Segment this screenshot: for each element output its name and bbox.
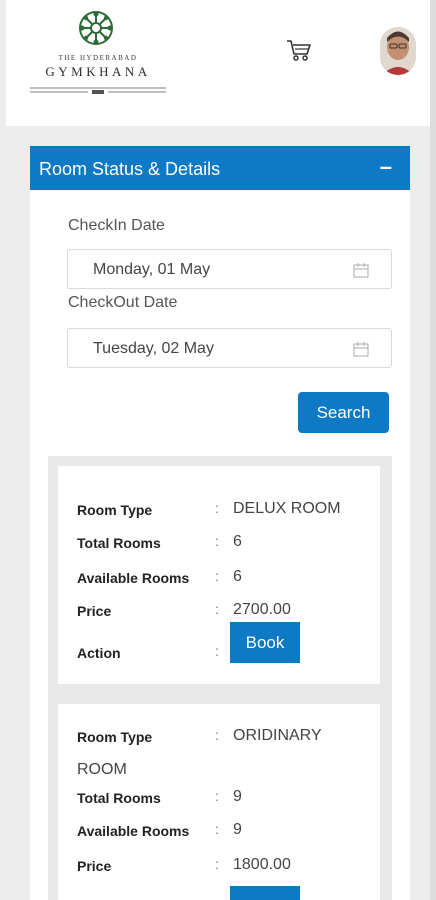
room-type-value-continued: ROOM (77, 761, 127, 778)
separator-colon: : (215, 533, 219, 549)
separator-colon: : (215, 643, 219, 659)
room-card: Room Type : DELUX ROOM Total Rooms : 6 A… (58, 466, 380, 684)
scrollbar-track[interactable] (430, 0, 436, 900)
logo-big-text: GYMKHANA (45, 64, 151, 79)
price-value: 2700.00 (233, 601, 291, 618)
checkout-label: CheckOut Date (68, 294, 178, 311)
price-value: 1800.00 (233, 856, 291, 873)
room-status-panel: Room Status & Details – CheckIn Date Mon… (30, 146, 410, 900)
search-button[interactable]: Search (298, 392, 389, 433)
checkout-date-field[interactable]: Tuesday, 02 May (67, 328, 392, 368)
separator-colon: : (215, 856, 219, 872)
checkin-date-field[interactable]: Monday, 01 May (67, 249, 392, 289)
room-type-label: Room Type (77, 729, 153, 745)
available-rooms-label: Available Rooms (77, 823, 190, 839)
separator-colon: : (215, 821, 219, 837)
available-rooms-label: Available Rooms (77, 570, 190, 586)
room-type-value: DELUX ROOM (233, 500, 341, 517)
checkout-date-value: Tuesday, 02 May (93, 340, 214, 357)
price-label: Price (77, 858, 112, 874)
book-button[interactable]: Book (230, 622, 300, 663)
available-rooms-value: 6 (233, 568, 242, 585)
total-rooms-value: 9 (233, 788, 242, 805)
gymkhana-logo[interactable]: THE HYDERABAD GYMKHANA (30, 10, 166, 94)
panel-header[interactable]: Room Status & Details – (30, 146, 410, 190)
room-list: Room Type : DELUX ROOM Total Rooms : 6 A… (48, 456, 392, 900)
calendar-icon[interactable] (353, 342, 369, 357)
separator-colon: : (215, 568, 219, 584)
action-label: Action (77, 645, 121, 661)
separator-colon: : (215, 788, 219, 804)
logo-emblem-icon (79, 11, 113, 45)
checkin-label: CheckIn Date (68, 217, 165, 234)
app-header: THE HYDERABAD GYMKHANA (6, 0, 430, 126)
separator-colon: : (215, 601, 219, 617)
total-rooms-value: 6 (233, 533, 242, 550)
checkin-date-value: Monday, 01 May (93, 261, 211, 278)
available-rooms-value: 9 (233, 821, 242, 838)
logo-rule-icon (30, 87, 166, 94)
room-type-value: ORIDINARY (233, 727, 322, 744)
separator-colon: : (215, 727, 219, 743)
total-rooms-label: Total Rooms (77, 535, 161, 551)
separator-colon: : (215, 500, 219, 516)
user-avatar[interactable] (380, 27, 416, 75)
room-type-label: Room Type (77, 502, 153, 518)
book-button[interactable] (230, 886, 300, 900)
room-card: Room Type : ORIDINARY ROOM Total Rooms :… (58, 704, 380, 900)
logo-small-text: THE HYDERABAD (58, 54, 138, 62)
user-avatar-icon (380, 27, 416, 75)
price-label: Price (77, 603, 112, 619)
panel-title: Room Status & Details (39, 159, 221, 179)
calendar-icon[interactable] (353, 263, 369, 278)
total-rooms-label: Total Rooms (77, 790, 161, 806)
cart-icon[interactable] (285, 36, 313, 64)
collapse-icon[interactable]: – (380, 156, 392, 178)
